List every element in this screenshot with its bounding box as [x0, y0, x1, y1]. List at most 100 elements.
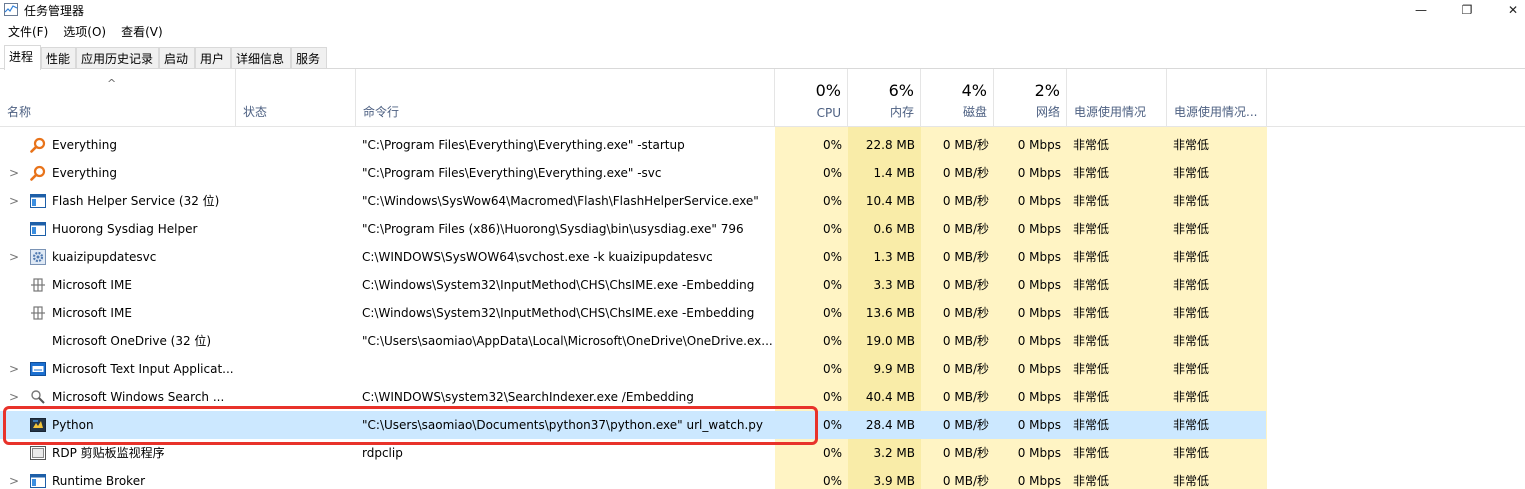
power-label: 电源使用情况	[1074, 105, 1147, 119]
column-header-disk[interactable]: 4% 磁盘	[921, 69, 994, 127]
process-command-line: "C:\Users\saomiao\AppData\Local\Microsof…	[362, 334, 772, 348]
cpu-percent: 0%	[815, 81, 841, 100]
search-person-icon	[30, 389, 46, 405]
menu-bar: 文件(F) 选项(O) 查看(V)	[0, 22, 170, 40]
menu-file[interactable]: 文件(F)	[0, 22, 55, 40]
disk-label: 磁盘	[962, 105, 987, 119]
tab-details[interactable]: 详细信息	[231, 47, 291, 68]
process-power: 非常低	[1073, 362, 1110, 376]
tab-services[interactable]: 服务	[291, 47, 327, 68]
process-name: Huorong Sysdiag Helper	[52, 222, 198, 236]
process-command-line: C:\Windows\System32\InputMethod\CHS\ChsI…	[362, 278, 755, 292]
gear-icon	[30, 249, 46, 265]
column-header-status[interactable]: 状态	[236, 69, 356, 127]
process-power: 非常低	[1073, 194, 1110, 208]
process-network: 0 Mbps	[1017, 474, 1061, 488]
minimize-icon: —	[1415, 3, 1427, 17]
process-row[interactable]: Microsoft OneDrive (32 位) "C:\Users\saomi…	[0, 327, 1525, 355]
network-label: 网络	[1035, 105, 1060, 119]
process-row[interactable]: > Microsoft Text Input Applicat... 0% 9.9 M…	[0, 355, 1525, 383]
process-memory: 3.3 MB	[873, 278, 915, 292]
ime-icon	[30, 305, 46, 321]
process-power: 非常低	[1073, 250, 1110, 264]
process-power: 非常低	[1073, 166, 1110, 180]
tab-app-history[interactable]: 应用历史记录	[76, 47, 159, 68]
process-row[interactable]: Huorong Sysdiag Helper "C:\Program Files …	[0, 215, 1525, 243]
process-power-trend: 非常低	[1173, 138, 1210, 152]
column-header-cpu[interactable]: 0% CPU	[775, 69, 848, 127]
column-header-name[interactable]: 名称	[0, 69, 236, 127]
tab-users[interactable]: 用户	[195, 47, 231, 68]
process-cpu: 0%	[822, 222, 842, 236]
restore-button[interactable]: ❐	[1444, 0, 1490, 20]
process-power-trend: 非常低	[1173, 278, 1210, 292]
column-header-name-label: 名称	[7, 105, 32, 119]
process-power-trend: 非常低	[1173, 166, 1210, 180]
process-memory: 28.4 MB	[865, 418, 915, 432]
process-disk: 0 MB/秒	[942, 446, 989, 460]
process-network: 0 Mbps	[1017, 222, 1061, 236]
tab-processes[interactable]: 进程	[4, 45, 41, 70]
process-cpu: 0%	[822, 250, 842, 264]
tab-performance[interactable]: 性能	[41, 47, 76, 68]
expand-chevron-icon[interactable]: >	[9, 243, 19, 271]
process-command-line: "C:\Program Files\Everything\Everything.…	[362, 138, 685, 152]
tab-startup[interactable]: 启动	[159, 47, 195, 68]
process-network: 0 Mbps	[1017, 194, 1061, 208]
process-command-line	[362, 355, 772, 383]
process-row[interactable]: > Everything "C:\Program Files\Everything\…	[0, 159, 1525, 187]
process-name: Microsoft OneDrive (32 位)	[52, 334, 212, 348]
process-row[interactable]: > kuaizipupdatesvc C:\WINDOWS\SysWOW64\svc…	[0, 243, 1525, 271]
process-disk: 0 MB/秒	[942, 250, 989, 264]
process-cpu: 0%	[822, 474, 842, 488]
process-row[interactable]: Everything "C:\Program Files\Everything\E…	[0, 131, 1525, 159]
process-memory: 22.8 MB	[865, 138, 915, 152]
process-power: 非常低	[1073, 418, 1110, 432]
close-button[interactable]: ✕	[1490, 0, 1525, 20]
process-power: 非常低	[1073, 334, 1110, 348]
process-memory: 1.4 MB	[873, 166, 915, 180]
process-disk: 0 MB/秒	[942, 390, 989, 404]
process-memory: 0.6 MB	[873, 222, 915, 236]
process-row[interactable]: > Flash Helper Service (32 位) "C:\Windows\…	[0, 187, 1525, 215]
expand-chevron-icon[interactable]: >	[9, 187, 19, 215]
column-header-memory[interactable]: 6% 内存	[848, 69, 921, 127]
process-network: 0 Mbps	[1017, 166, 1061, 180]
column-header-network[interactable]: 2% 网络	[994, 69, 1067, 127]
cpu-label: CPU	[816, 106, 841, 120]
process-disk: 0 MB/秒	[942, 418, 989, 432]
menu-view[interactable]: 查看(V)	[113, 22, 170, 40]
process-cpu: 0%	[822, 334, 842, 348]
menu-options[interactable]: 选项(O)	[55, 22, 113, 40]
process-disk: 0 MB/秒	[942, 166, 989, 180]
process-row[interactable]: Microsoft IME C:\Windows\System32\InputMe…	[0, 271, 1525, 299]
expand-chevron-icon[interactable]: >	[9, 355, 19, 383]
process-power-trend: 非常低	[1173, 362, 1210, 376]
process-cpu: 0%	[822, 166, 842, 180]
annotation-highlight-box	[3, 406, 818, 445]
task-manager-icon	[4, 3, 18, 16]
expand-chevron-icon[interactable]: >	[9, 467, 19, 489]
process-row[interactable]: > Runtime Broker 0% 3.9 MB 0 MB/秒 0 Mbps 非常低 非常…	[0, 467, 1525, 489]
power-trend-label: 电源使用情况...	[1174, 105, 1258, 119]
process-row[interactable]: Microsoft IME C:\Windows\System32\InputMe…	[0, 299, 1525, 327]
process-name: Microsoft Text Input Applicat...	[52, 362, 234, 376]
process-cpu: 0%	[822, 306, 842, 320]
column-header-power[interactable]: 电源使用情况	[1067, 69, 1167, 127]
process-network: 0 Mbps	[1017, 334, 1061, 348]
minimize-button[interactable]: —	[1398, 0, 1444, 20]
process-network: 0 Mbps	[1017, 250, 1061, 264]
process-name: Microsoft IME	[52, 278, 132, 292]
process-name: Everything	[52, 138, 117, 152]
expand-chevron-icon[interactable]: >	[9, 159, 19, 187]
close-icon: ✕	[1507, 3, 1519, 17]
process-power: 非常低	[1073, 222, 1110, 236]
process-command-line: "C:\Program Files\Everything\Everything.…	[362, 166, 662, 180]
magnifier-icon	[30, 137, 46, 153]
process-power-trend: 非常低	[1173, 306, 1210, 320]
keyboard-icon	[30, 361, 46, 377]
column-header-command[interactable]: 命令行	[356, 69, 775, 127]
column-header-power-trend[interactable]: 电源使用情况...	[1167, 69, 1267, 127]
column-header-status-label: 状态	[243, 105, 268, 119]
process-power: 非常低	[1073, 278, 1110, 292]
